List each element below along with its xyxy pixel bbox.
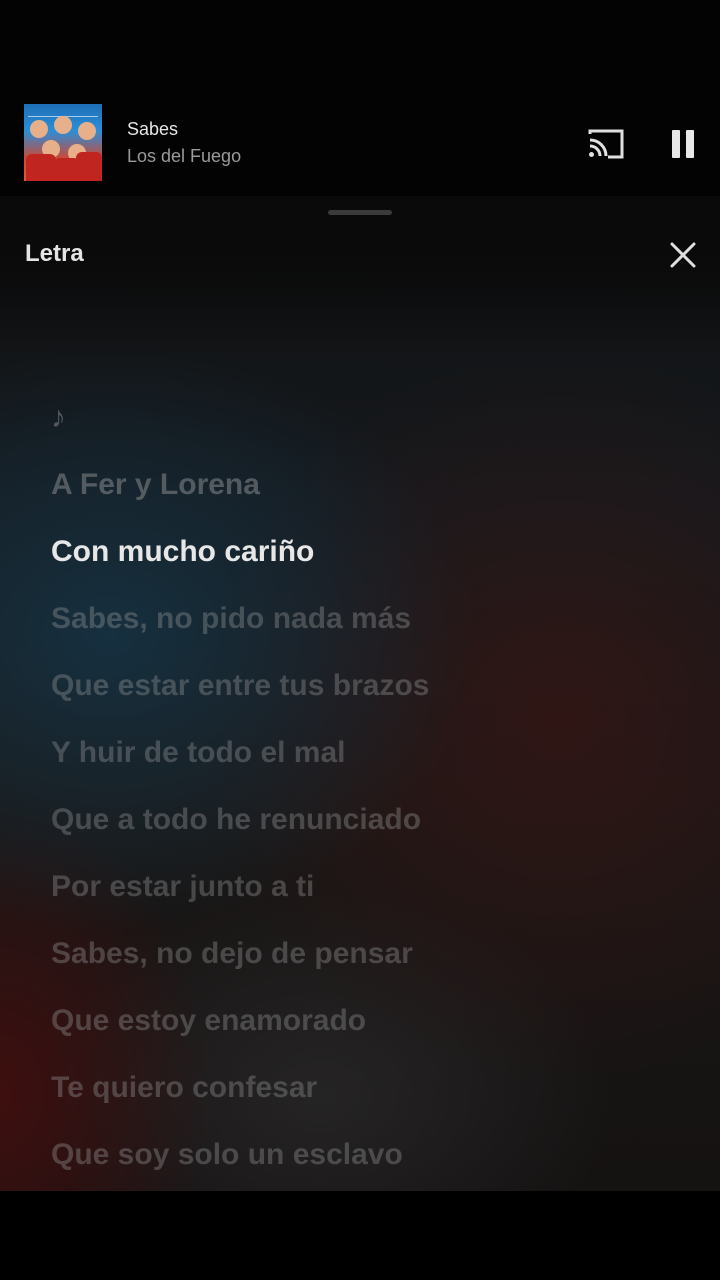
lyric-line[interactable]: Que estoy enamorado — [51, 987, 691, 1054]
sheet-title: Letra — [25, 240, 84, 267]
album-art-figure — [30, 120, 48, 138]
album-art-figure — [78, 122, 96, 140]
sheet-header-fade — [0, 196, 720, 356]
lyric-line[interactable]: Que soy solo un esclavo — [51, 1121, 691, 1188]
track-artist[interactable]: Los del Fuego — [127, 146, 241, 167]
lyric-line[interactable]: ♪ — [51, 384, 691, 451]
mini-player[interactable]: Sabes Los del Fuego — [0, 0, 720, 196]
lyric-line[interactable]: Y huir de todo el mal — [51, 719, 691, 786]
lyric-line[interactable]: Sabes, no dejo de pensar — [51, 920, 691, 987]
lyrics-list[interactable]: ♪ A Fer y Lorena Con mucho cariño Sabes,… — [51, 384, 691, 1188]
lyric-line[interactable]: Con mucho cariño — [51, 518, 691, 585]
album-art[interactable] — [24, 104, 102, 181]
cast-button[interactable] — [582, 120, 630, 168]
pause-button[interactable] — [659, 120, 707, 168]
sheet-drag-handle[interactable] — [328, 210, 392, 215]
pause-icon — [669, 130, 697, 158]
album-art-figure — [76, 152, 102, 181]
lyric-line[interactable]: Sabes, no pido nada más — [51, 585, 691, 652]
lyric-line[interactable]: Te quiero confesar — [51, 1054, 691, 1121]
lyric-line[interactable]: Que estar entre tus brazos — [51, 652, 691, 719]
track-title[interactable]: Sabes — [127, 119, 178, 140]
lyric-line[interactable]: Por estar junto a ti — [51, 853, 691, 920]
lyric-line[interactable]: A Fer y Lorena — [51, 451, 691, 518]
lyric-line[interactable]: Que a todo he renunciado — [51, 786, 691, 853]
bottom-bar — [0, 1191, 720, 1280]
close-button[interactable] — [658, 230, 708, 280]
album-art-figure — [54, 116, 72, 134]
lyrics-sheet: Letra ♪ A Fer y Lorena Con mucho cariño … — [0, 196, 720, 1191]
lyrics-screen: Sabes Los del Fuego Letra ♪ A Fer y Lore… — [0, 0, 720, 1280]
cast-icon — [588, 129, 624, 159]
album-art-figure — [26, 154, 56, 181]
close-icon — [670, 242, 696, 268]
